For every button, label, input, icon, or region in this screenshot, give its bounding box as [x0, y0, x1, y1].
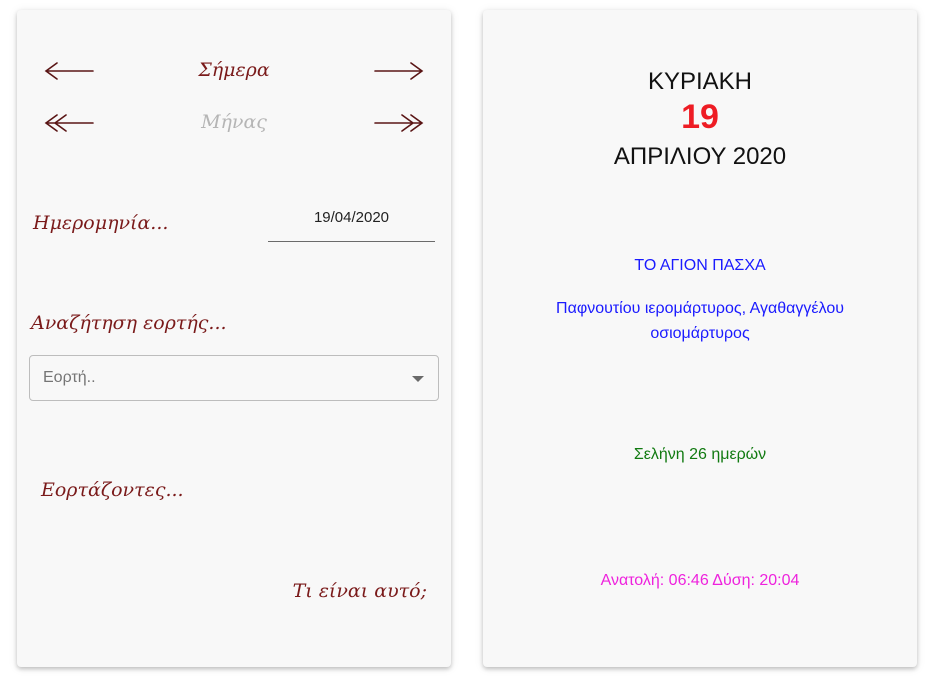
celebrants-label: Εορτάζοντες...: [41, 479, 184, 501]
moon-phase: Σελήνη 26 ημερών: [633, 446, 767, 463]
feast-title: ΤΟ ΑΓΙΟΝ ΠΑΣΧΑ: [634, 257, 766, 274]
feast-select[interactable]: Εορτή..: [29, 355, 439, 401]
date-input[interactable]: 19/04/2020: [268, 206, 435, 242]
chevron-down-icon[interactable]: [412, 376, 424, 382]
month-year: ΑΠΡΙΛΙΟΥ 2020: [613, 143, 787, 170]
double-arrow-left-icon[interactable]: [43, 113, 95, 133]
double-arrow-right-icon[interactable]: [373, 113, 425, 133]
arrow-left-icon[interactable]: [43, 61, 95, 81]
month-button[interactable]: Μήνας: [174, 111, 294, 133]
sun-times: Ανατολή: 06:46 Δύση: 20:04: [600, 572, 800, 589]
weekday: ΚΥΡΙΑΚΗ: [647, 68, 753, 95]
day-info-panel: ΚΥΡΙΑΚΗ 19 ΑΠΡΙΛΙΟΥ 2020 ΤΟ ΑΓΙΟΝ ΠΑΣΧΑ …: [483, 10, 917, 667]
help-link[interactable]: Τι είναι αυτό;: [293, 580, 427, 602]
today-button[interactable]: Σήμερα: [174, 59, 294, 81]
feast-select-placeholder: Εορτή..: [43, 369, 96, 386]
date-label: Ημερομηνία...: [33, 212, 169, 234]
navigation-panel: Σήμερα Μήνας Ημερομηνία... 19/04/2020 Αν…: [17, 10, 451, 667]
feast-search-label: Αναζήτηση εορτής...: [31, 312, 227, 334]
arrow-right-icon[interactable]: [373, 61, 425, 81]
saints-list: Παφνουτίου ιερομάρτυρος, Αγαθαγγέλου οσι…: [556, 300, 844, 342]
day-number: 19: [681, 98, 719, 136]
